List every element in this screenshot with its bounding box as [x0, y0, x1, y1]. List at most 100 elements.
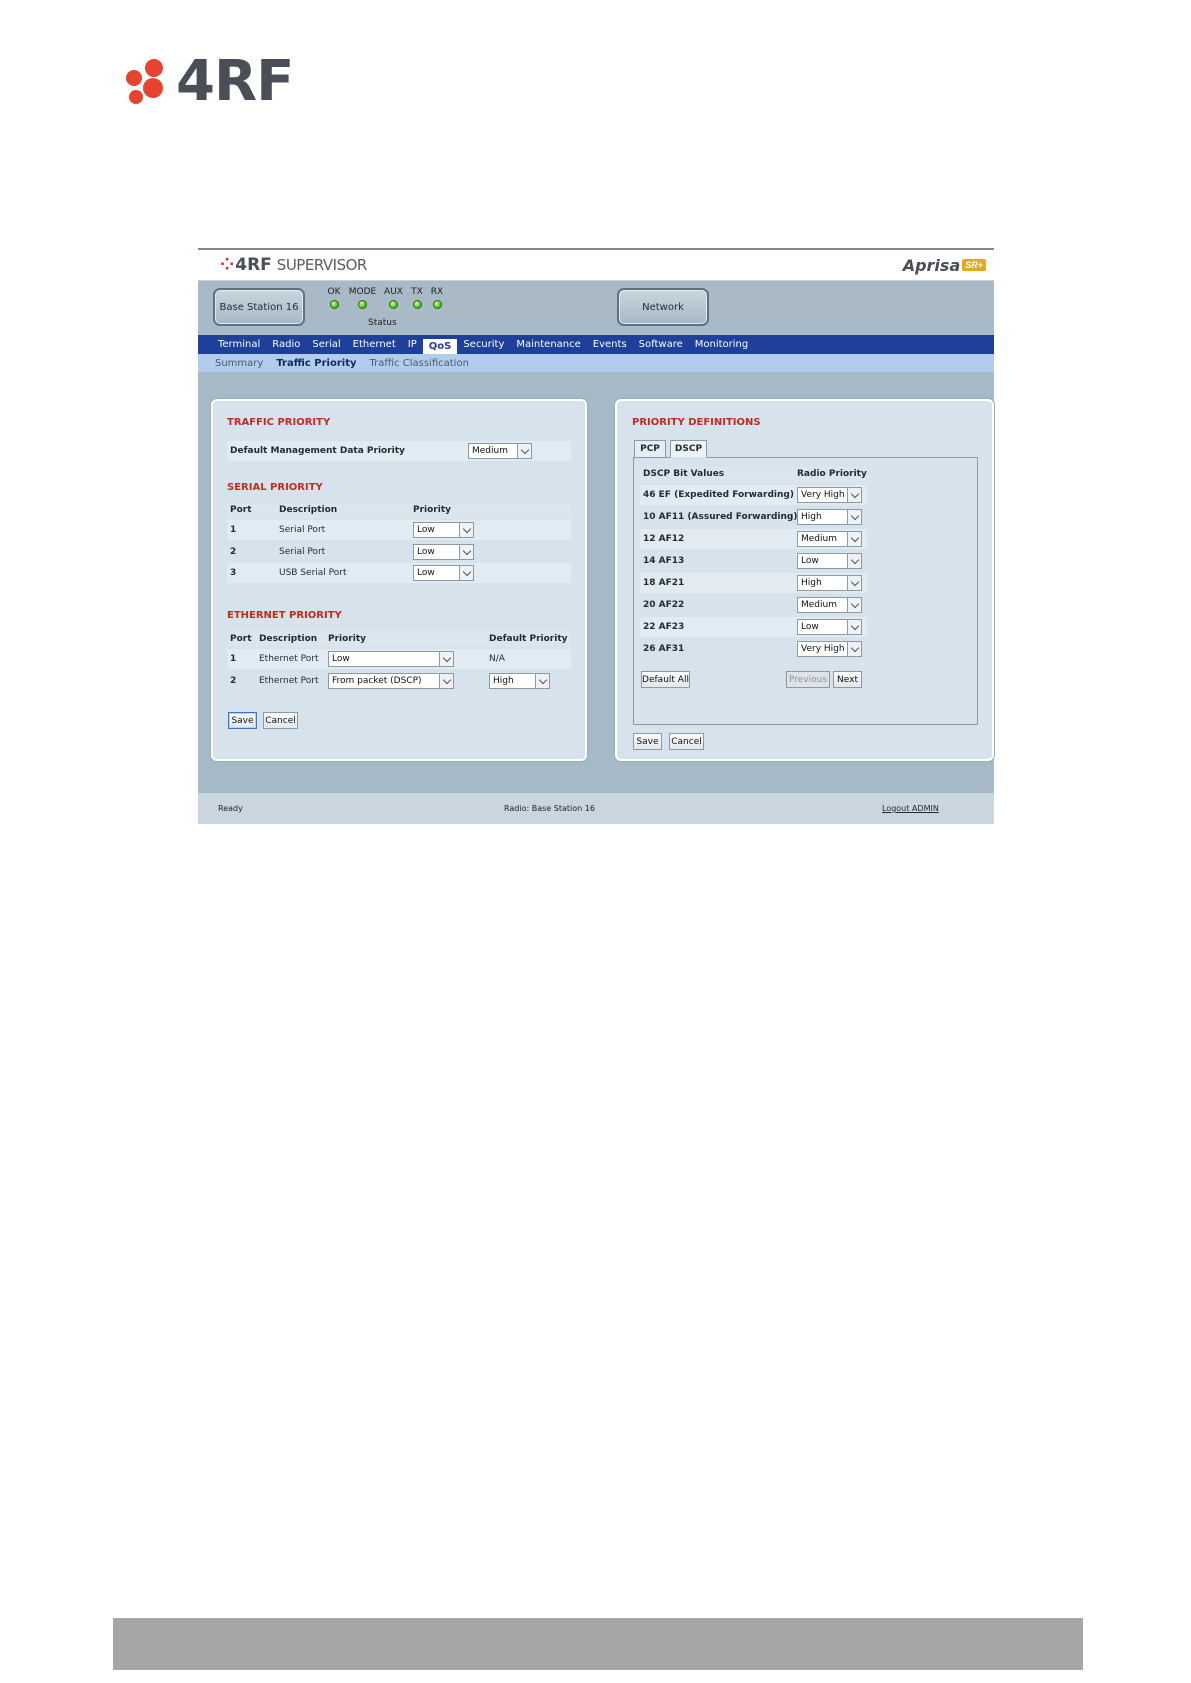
brand-badge: SR+ — [962, 259, 986, 271]
dscp-priority-select-3[interactable]: Medium — [797, 531, 862, 547]
dscp-priority-select-2[interactable]: High — [797, 509, 862, 525]
submenu-traffic-classification[interactable]: Traffic Classification — [370, 358, 469, 369]
dscp-bits-7: 22 AF23 — [643, 622, 685, 632]
serial-port-2: 2 — [230, 547, 237, 557]
default-mgmt-select[interactable]: Medium — [468, 443, 532, 459]
dscp-bits-2: 10 AF11 (Assured Forwarding) — [643, 512, 798, 522]
serial-priority-select-3[interactable]: Low — [413, 565, 474, 581]
ethernet-desc-1: Ethernet Port — [259, 654, 319, 664]
previous-button[interactable]: Previous — [786, 671, 830, 688]
menu-serial[interactable]: Serial — [306, 335, 346, 354]
led-rx-icon — [432, 300, 442, 309]
supervisor-logo: ⁘ 4RF SUPERVISOR — [220, 255, 367, 275]
dscp-bits-1: 46 EF (Expedited Forwarding) — [643, 490, 794, 500]
serial-header-description: Description — [279, 505, 338, 515]
app-header: ⁘ 4RF SUPERVISOR Aprisa SR+ — [198, 250, 994, 281]
ethernet-default-select-2[interactable]: High — [489, 673, 550, 689]
submenu-traffic-priority[interactable]: Traffic Priority — [276, 358, 356, 369]
chevron-down-icon — [847, 510, 861, 524]
serial-desc-1: Serial Port — [279, 525, 326, 535]
chevron-down-icon — [847, 642, 861, 656]
menu-qos[interactable]: QoS — [422, 337, 458, 354]
led-label-rx: RX — [430, 287, 444, 297]
led-panel: OK MODE AUX TX RX — [323, 287, 447, 312]
right-save-button[interactable]: Save — [633, 733, 662, 750]
ethernet-header-description: Description — [259, 634, 318, 644]
ethernet-priority-select-1[interactable]: Low — [328, 651, 454, 667]
ethernet-priority-title: ETHERNET PRIORITY — [227, 610, 342, 621]
dscp-bits-5: 18 AF21 — [643, 578, 685, 588]
traffic-priority-panel: TRAFFIC PRIORITY Default Management Data… — [211, 399, 587, 761]
serial-priority-title: SERIAL PRIORITY — [227, 482, 323, 493]
chevron-down-icon — [847, 576, 861, 590]
menu-radio[interactable]: Radio — [266, 335, 306, 354]
dscp-priority-select-6[interactable]: Medium — [797, 597, 862, 613]
ethernet-desc-2: Ethernet Port — [259, 676, 319, 686]
dscp-header-radio: Radio Priority — [797, 469, 867, 479]
ethernet-port-2: 2 — [230, 676, 237, 686]
dscp-priority-select-7[interactable]: Low — [797, 619, 862, 635]
dscp-priority-select-8[interactable]: Very High — [797, 641, 862, 657]
chevron-down-icon — [535, 674, 549, 688]
menu-maintenance[interactable]: Maintenance — [510, 335, 586, 354]
supervisor-window: ⁘ 4RF SUPERVISOR Aprisa SR+ Base Station… — [198, 248, 994, 824]
menu-terminal[interactable]: Terminal — [212, 335, 266, 354]
app-footer: Ready Radio: Base Station 16 Logout ADMI… — [198, 793, 994, 824]
tab-pcp[interactable]: PCP — [634, 440, 666, 458]
traffic-priority-title: TRAFFIC PRIORITY — [227, 417, 331, 428]
main-menu: Terminal Radio Serial Ethernet IP QoS Se… — [198, 335, 994, 354]
serial-port-1: 1 — [230, 525, 237, 535]
default-all-button[interactable]: Default All — [641, 671, 690, 688]
led-label-mode: MODE — [348, 287, 377, 297]
ethernet-default-1: N/A — [489, 654, 505, 664]
led-ok-icon — [329, 300, 339, 309]
menu-security[interactable]: Security — [457, 335, 510, 354]
led-tx-icon — [412, 300, 422, 309]
serial-priority-select-1[interactable]: Low — [413, 522, 474, 538]
dscp-bits-8: 26 AF31 — [643, 644, 685, 654]
submenu-summary[interactable]: Summary — [215, 358, 263, 369]
left-save-button[interactable]: Save — [228, 712, 257, 729]
serial-port-3: 3 — [230, 568, 237, 578]
supervisor-logo-text: 4RF — [235, 255, 272, 275]
tab-dscp[interactable]: DSCP — [670, 440, 707, 458]
led-label-aux: AUX — [384, 287, 403, 297]
menu-software[interactable]: Software — [633, 335, 689, 354]
priority-definitions-panel: PRIORITY DEFINITIONS PCP DSCP DSCP Bit V… — [615, 399, 994, 761]
serial-desc-2: Serial Port — [279, 547, 326, 557]
document-footer-bar — [113, 1618, 1083, 1670]
dscp-priority-select-1[interactable]: Very High — [797, 487, 862, 503]
document-logo-text: 4RF — [176, 49, 294, 114]
menu-events[interactable]: Events — [587, 335, 633, 354]
led-mode-icon — [358, 300, 367, 309]
dscp-priority-select-5[interactable]: High — [797, 575, 862, 591]
chevron-down-icon — [847, 620, 861, 634]
default-mgmt-label: Default Management Data Priority — [230, 446, 405, 456]
footer-radio-name: Radio: Base Station 16 — [504, 804, 595, 813]
dscp-priority-select-4[interactable]: Low — [797, 553, 862, 569]
base-station-button[interactable]: Base Station 16 — [213, 288, 305, 326]
supervisor-logo-sub: SUPERVISOR — [276, 256, 368, 274]
chevron-down-icon — [517, 444, 531, 458]
right-cancel-button[interactable]: Cancel — [669, 733, 704, 750]
ethernet-header-default-priority: Default Priority — [489, 634, 568, 644]
dscp-bits-4: 14 AF13 — [643, 556, 685, 566]
led-label-tx: TX — [411, 287, 423, 297]
network-button[interactable]: Network — [617, 288, 709, 326]
next-button[interactable]: Next — [833, 671, 862, 688]
serial-desc-3: USB Serial Port — [279, 568, 347, 578]
dscp-tab-panel: DSCP Bit Values Radio Priority 46 EF (Ex… — [633, 457, 978, 725]
menu-monitoring[interactable]: Monitoring — [689, 335, 754, 354]
dscp-bits-3: 12 AF12 — [643, 534, 685, 544]
logout-link[interactable]: Logout ADMIN — [882, 804, 939, 813]
sub-menu: Summary Traffic Priority Traffic Classif… — [198, 354, 994, 372]
menu-ip[interactable]: IP — [402, 335, 423, 354]
serial-priority-select-2[interactable]: Low — [413, 544, 474, 560]
ethernet-priority-select-2[interactable]: From packet (DSCP) — [328, 673, 454, 689]
4rf-dots-icon — [126, 59, 163, 104]
chevron-down-icon — [439, 674, 453, 688]
menu-ethernet[interactable]: Ethernet — [347, 335, 402, 354]
led-label-ok: OK — [327, 287, 341, 297]
left-cancel-button[interactable]: Cancel — [263, 712, 298, 729]
chevron-down-icon — [459, 545, 473, 559]
